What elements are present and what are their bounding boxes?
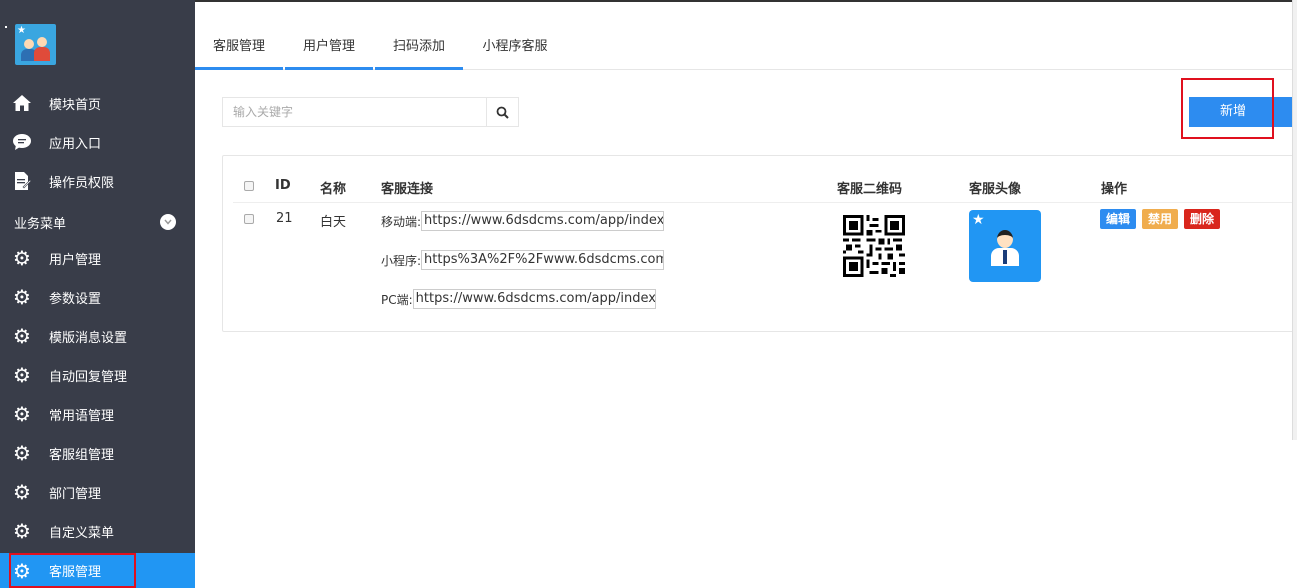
chat-bubble-icon — [11, 131, 33, 153]
tab-customer-service[interactable]: 客服管理 — [195, 28, 283, 70]
highlight-box — [1181, 78, 1274, 139]
gear-icon: ⚙ — [13, 480, 31, 504]
link-label: 移动端: — [381, 214, 422, 229]
sidebar-item-service-groups[interactable]: ⚙ 客服组管理 — [0, 435, 195, 471]
header-divider — [233, 202, 1297, 203]
column-header-qrcode: 客服二维码 — [837, 182, 903, 197]
sidebar-section-business-menu[interactable]: 业务菜单 — [0, 204, 195, 240]
sidebar-item-label: 客服组管理 — [49, 447, 115, 463]
search-box — [222, 97, 519, 127]
row-name: 白天 — [320, 215, 347, 230]
link-miniprogram-field[interactable]: https%3A%2F%2Fwww.6dsdcms.com%2 — [421, 250, 665, 270]
sidebar-item-label: 自定义菜单 — [49, 525, 115, 541]
gear-icon: ⚙ — [13, 246, 31, 270]
disable-button[interactable]: 禁用 — [1142, 209, 1179, 229]
vertical-scrollbar[interactable] — [1292, 0, 1297, 440]
chevron-down-icon[interactable] — [160, 214, 176, 230]
gear-icon: ⚙ — [13, 324, 31, 348]
sidebar-item-label: 模块首页 — [49, 97, 102, 113]
link-pc-field[interactable]: https://www.6dsdcms.com/app/index.pl — [412, 289, 656, 309]
decor-dot — [5, 26, 7, 28]
avatar: ★ — [969, 210, 1041, 282]
search-button[interactable] — [486, 98, 518, 126]
highlight-box — [9, 553, 136, 588]
tab-label: 扫码添加 — [392, 39, 445, 54]
tab-bar: 客服管理 用户管理 扫码添加 小程序客服 — [195, 28, 1297, 70]
link-mobile: 移动端: https://www.6dsdcms.com/app/index.p… — [381, 211, 665, 231]
row-checkbox[interactable] — [244, 214, 254, 224]
tab-label: 用户管理 — [302, 39, 355, 54]
select-all-checkbox[interactable] — [244, 181, 254, 191]
sidebar-item-app-entry[interactable]: 应用入口 — [0, 124, 195, 160]
gear-icon: ⚙ — [13, 402, 31, 426]
link-label: PC端: — [381, 292, 413, 307]
delete-button[interactable]: 删除 — [1184, 209, 1221, 229]
link-pc: PC端: https://www.6dsdcms.com/app/index.p… — [381, 289, 656, 309]
sidebar-item-label: 自动回复管理 — [49, 369, 128, 385]
sidebar-item-operator-permissions[interactable]: 操作员权限 — [0, 163, 195, 199]
table-panel: ID 名称 客服连接 客服二维码 客服头像 操作 21 白天 移动端: http… — [222, 155, 1297, 332]
sidebar-item-home[interactable]: 模块首页 — [0, 85, 195, 121]
tab-miniprogram-service[interactable]: 小程序客服 — [465, 28, 565, 70]
sidebar: ★ 模块首页 应用入口 操作员权限 业务菜单 ⚙ 用户管理 ⚙ 参数设置 ⚙ 模… — [0, 0, 195, 588]
gear-icon: ⚙ — [13, 285, 31, 309]
sidebar-item-label: 用户管理 — [49, 252, 102, 268]
column-header-avatar: 客服头像 — [969, 182, 1022, 197]
sidebar-item-user-management[interactable]: ⚙ 用户管理 — [0, 240, 195, 276]
link-miniprogram: 小程序: https%3A%2F%2Fwww.6dsdcms.com%2 — [381, 250, 665, 270]
link-label: 小程序: — [381, 253, 422, 268]
home-icon — [11, 92, 33, 114]
sidebar-item-label: 常用语管理 — [49, 408, 115, 424]
section-label: 业务菜单 — [14, 216, 67, 232]
gear-icon: ⚙ — [13, 363, 31, 387]
link-mobile-field[interactable]: https://www.6dsdcms.com/app/index.pl — [421, 211, 665, 231]
search-icon — [496, 106, 509, 119]
edit-button[interactable]: 编辑 — [1100, 209, 1137, 229]
column-header-link: 客服连接 — [381, 182, 434, 197]
column-header-id: ID — [275, 178, 291, 193]
sidebar-item-custom-menu[interactable]: ⚙ 自定义菜单 — [0, 513, 195, 549]
star-icon: ★ — [17, 25, 26, 36]
sidebar-item-auto-reply[interactable]: ⚙ 自动回复管理 — [0, 357, 195, 393]
sidebar-item-label: 模版消息设置 — [49, 330, 128, 346]
sidebar-item-label: 部门管理 — [49, 486, 102, 502]
sidebar-item-common-phrases[interactable]: ⚙ 常用语管理 — [0, 396, 195, 432]
star-icon: ★ — [972, 212, 985, 228]
sidebar-item-parameter-settings[interactable]: ⚙ 参数设置 — [0, 279, 195, 315]
sidebar-item-label: 应用入口 — [49, 136, 102, 152]
sidebar-item-departments[interactable]: ⚙ 部门管理 — [0, 474, 195, 510]
column-header-actions: 操作 — [1101, 182, 1128, 197]
tab-scan-add[interactable]: 扫码添加 — [375, 28, 463, 70]
search-input[interactable] — [223, 98, 486, 126]
sidebar-item-template-message[interactable]: ⚙ 模版消息设置 — [0, 318, 195, 354]
row-id: 21 — [276, 211, 293, 226]
tab-label: 小程序客服 — [482, 39, 548, 54]
tab-label: 客服管理 — [212, 39, 265, 54]
tab-user-management[interactable]: 用户管理 — [285, 28, 373, 70]
sidebar-item-label: 操作员权限 — [49, 175, 115, 191]
document-edit-icon — [11, 170, 33, 192]
sidebar-item-label: 参数设置 — [49, 291, 102, 307]
gear-icon: ⚙ — [13, 441, 31, 465]
gear-icon: ⚙ — [13, 519, 31, 543]
column-header-name: 名称 — [320, 182, 347, 197]
top-border — [195, 0, 1297, 2]
qrcode-image — [843, 215, 905, 277]
app-logo: ★ — [15, 24, 56, 65]
